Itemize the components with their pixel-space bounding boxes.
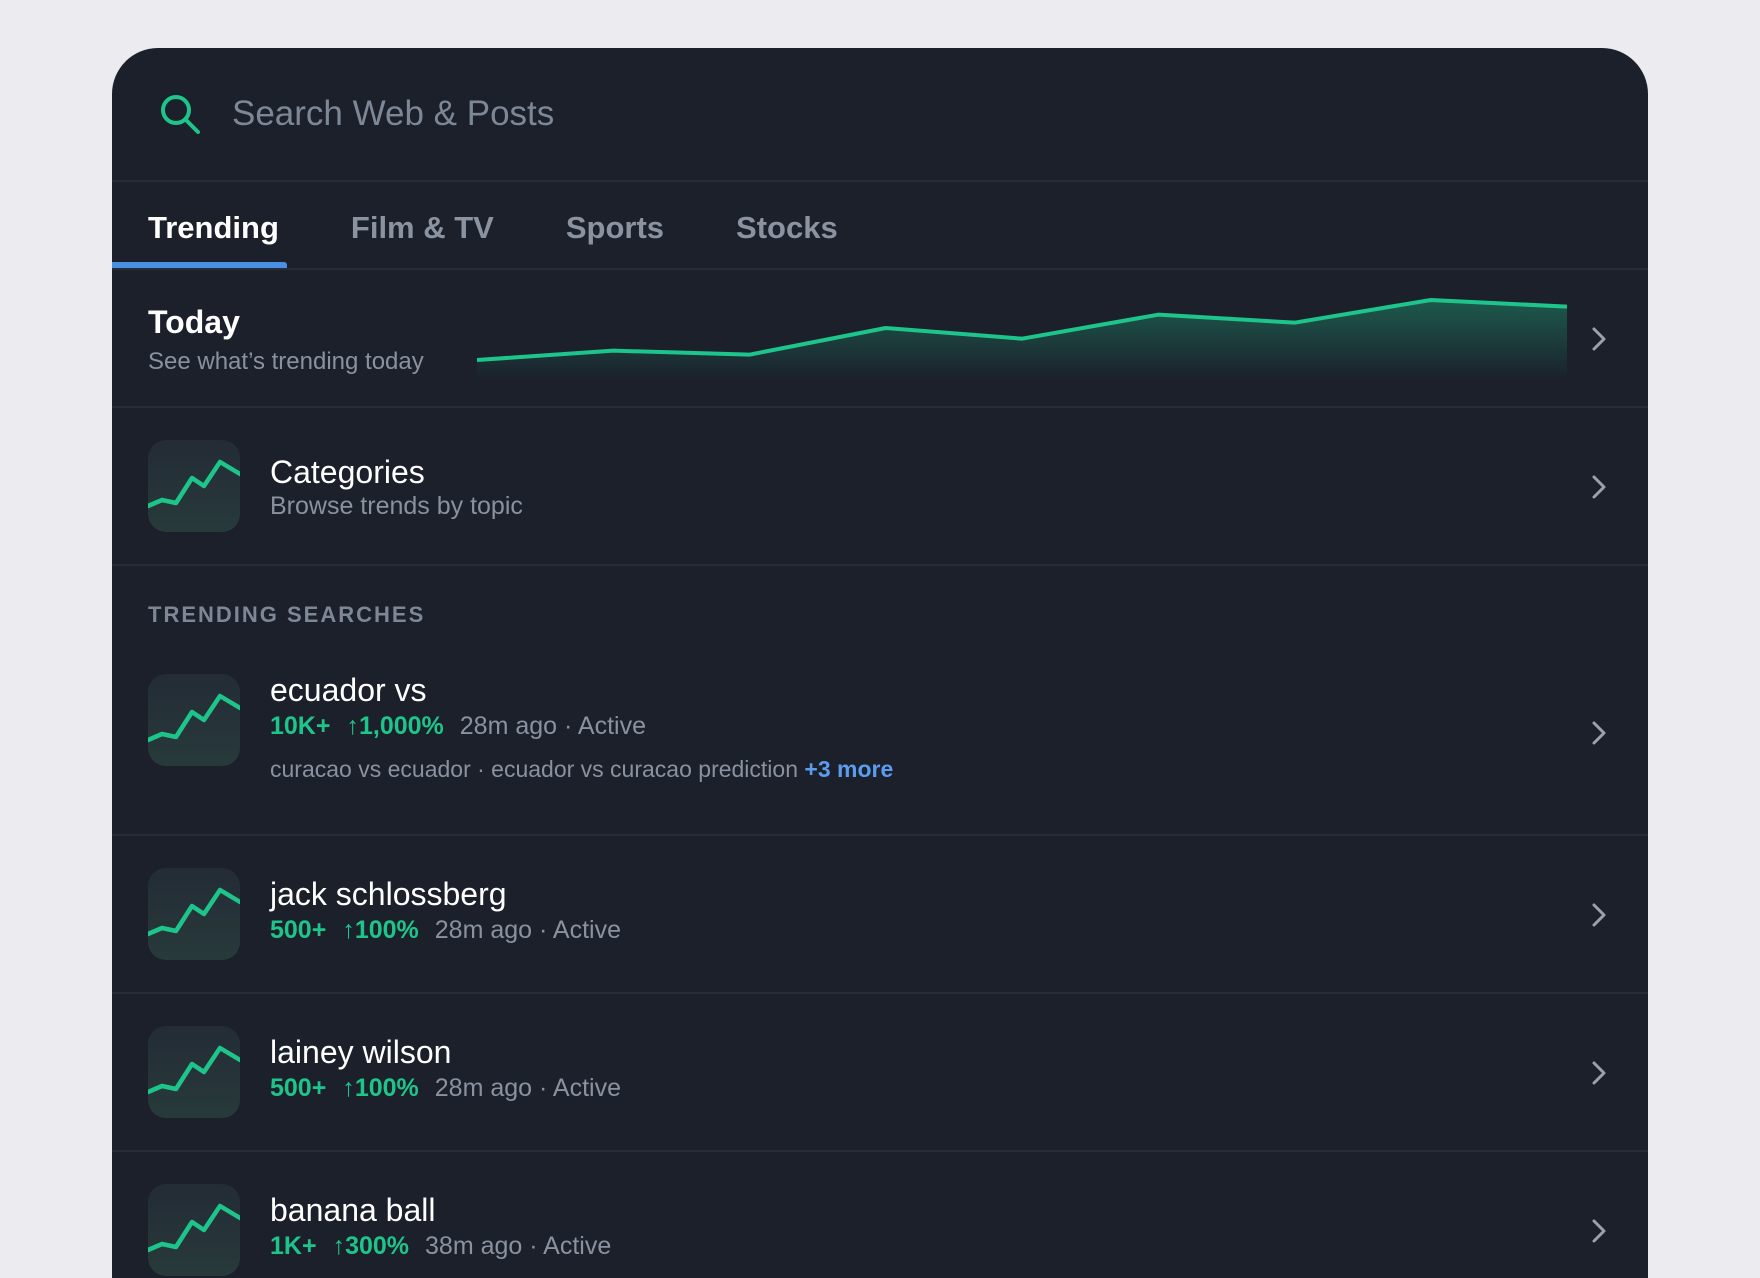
trend-time: 28m ago · Active: [459, 712, 646, 740]
trend-meta: 1K+ ↑300% 38m ago · Active: [270, 1232, 611, 1261]
tab-bar: Trending Film & TV Sports Stocks: [112, 182, 1648, 270]
trending-row[interactable]: ecuador vs 10K+ ↑1,000% 28m ago · Active…: [112, 644, 1648, 836]
trend-title: banana ball: [270, 1192, 436, 1228]
trend-time: 28m ago · Active: [434, 1074, 621, 1102]
trend-line-icon: [148, 674, 240, 766]
trend-time: 28m ago · Active: [434, 916, 621, 944]
trend-line-icon: [148, 1026, 240, 1118]
tab-film-tv[interactable]: Film & TV: [315, 182, 530, 268]
trend-line-icon: [148, 1184, 240, 1276]
chevron-right-icon: [1584, 1058, 1614, 1088]
related-terms: curacao vs ecuador · ecuador vs curacao …: [270, 756, 799, 782]
chevron-right-icon: [1584, 324, 1614, 354]
categories-subtitle: Browse trends by topic: [270, 492, 523, 520]
tab-trending[interactable]: Trending: [112, 182, 315, 268]
trend-volume: 1K+: [270, 1232, 317, 1260]
today-row[interactable]: Today See what’s trending today: [112, 270, 1648, 408]
chevron-right-icon: [1584, 472, 1614, 502]
tab-stocks[interactable]: Stocks: [700, 182, 874, 268]
today-sparkline: [477, 298, 1567, 380]
trend-volume: 500+: [270, 916, 327, 944]
chevron-right-icon: [1584, 718, 1614, 748]
trend-volume: 10K+: [270, 712, 331, 740]
trending-row[interactable]: banana ball 1K+ ↑300% 38m ago · Active: [112, 1152, 1648, 1278]
trending-row[interactable]: jack schlossberg 500+ ↑100% 28m ago · Ac…: [112, 836, 1648, 994]
trend-volume: 500+: [270, 1074, 327, 1102]
trends-panel: Trending Film & TV Sports Stocks Today S…: [112, 48, 1648, 1278]
related-searches: curacao vs ecuador · ecuador vs curacao …: [270, 756, 893, 783]
trend-change: ↑100%: [342, 1074, 419, 1102]
trend-meta: 500+ ↑100% 28m ago · Active: [270, 916, 621, 945]
trend-meta: 10K+ ↑1,000% 28m ago · Active: [270, 712, 646, 741]
search-bar[interactable]: [112, 48, 1648, 182]
chevron-right-icon: [1584, 1216, 1614, 1246]
today-title: Today: [148, 304, 240, 340]
trend-line-icon: [148, 440, 240, 532]
today-subtitle: See what’s trending today: [148, 348, 424, 375]
tab-sports[interactable]: Sports: [530, 182, 700, 268]
chevron-right-icon: [1584, 900, 1614, 930]
trend-title: ecuador vs: [270, 672, 427, 708]
categories-title: Categories: [270, 454, 425, 490]
search-input[interactable]: [232, 94, 1132, 134]
trend-title: jack schlossberg: [270, 876, 507, 912]
search-icon: [158, 92, 202, 136]
categories-row[interactable]: Categories Browse trends by topic: [112, 408, 1648, 566]
more-link[interactable]: +3 more: [804, 756, 893, 782]
trend-change: ↑100%: [342, 916, 419, 944]
trend-meta: 500+ ↑100% 28m ago · Active: [270, 1074, 621, 1103]
trend-line-icon: [148, 868, 240, 960]
trending-row[interactable]: lainey wilson 500+ ↑100% 28m ago · Activ…: [112, 994, 1648, 1152]
section-label: TRENDING SEARCHES: [148, 602, 426, 627]
trend-change: ↑1,000%: [346, 712, 444, 740]
trend-change: ↑300%: [332, 1232, 410, 1260]
trend-time: 38m ago · Active: [425, 1232, 612, 1260]
trend-title: lainey wilson: [270, 1034, 452, 1070]
